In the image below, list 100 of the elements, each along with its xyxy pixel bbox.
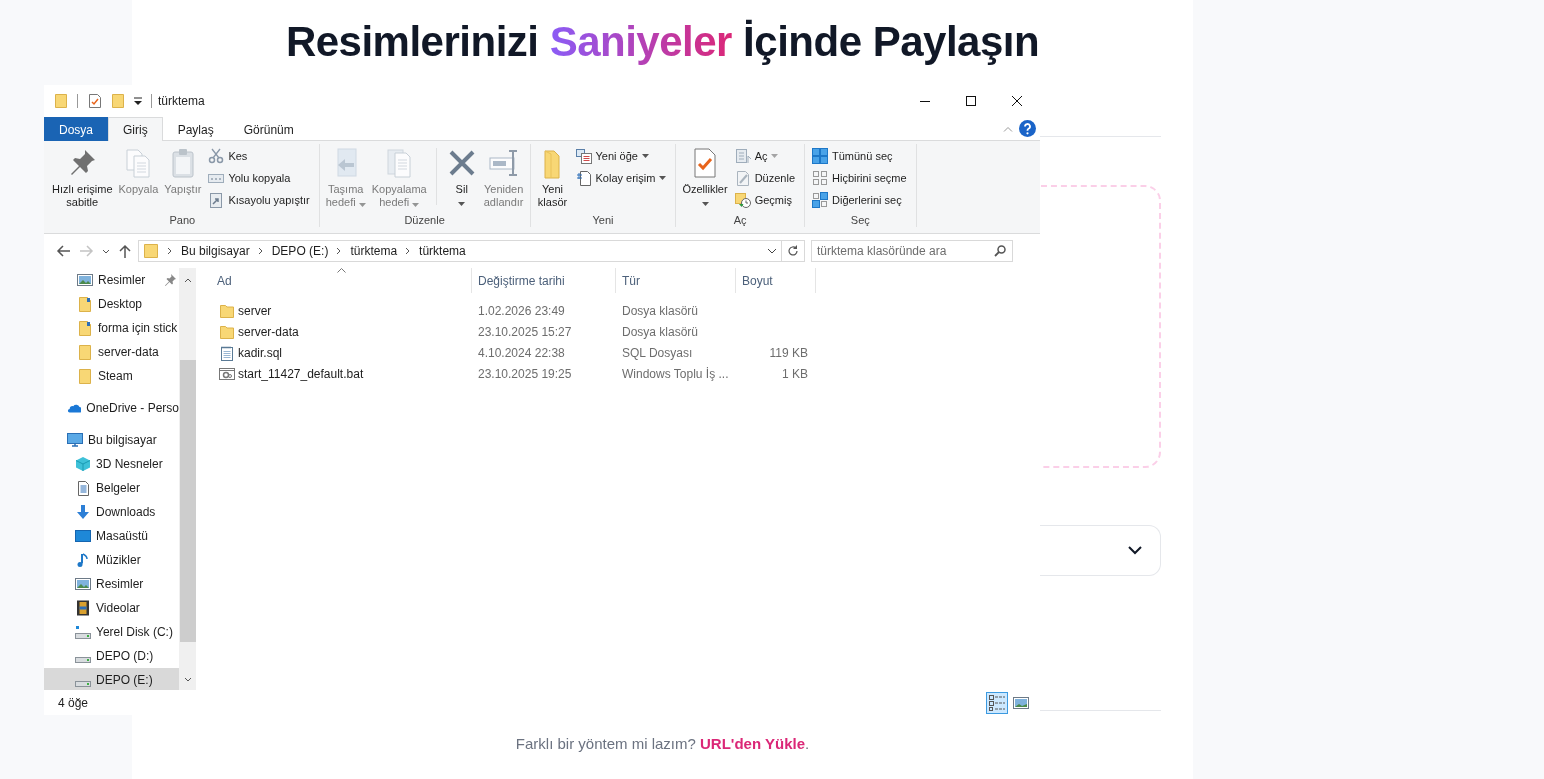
footer-text: Farklı bir yöntem mi lazım? URL'den Yükle. xyxy=(514,734,811,754)
nav-item[interactable]: 3D Nesneler xyxy=(44,452,179,476)
nav-item[interactable]: Downloads xyxy=(44,500,179,524)
nav-item[interactable]: Müzikler xyxy=(44,548,179,572)
up-arrow-icon xyxy=(119,244,131,258)
scroll-up-icon xyxy=(183,278,192,283)
scroll-down-icon xyxy=(183,677,192,682)
nav-item[interactable]: Belgeler xyxy=(44,476,179,500)
table-cell: Dosya klasörü xyxy=(622,324,699,339)
breadcrumb[interactable]: Bu bilgisayar xyxy=(177,244,254,258)
column-header[interactable]: Değiştirme tarihi xyxy=(472,268,616,293)
nav-item[interactable]: server-data xyxy=(44,340,179,364)
group-label: Aç xyxy=(732,214,748,227)
nav-item[interactable]: Resimler xyxy=(44,572,179,596)
file-row[interactable]: server 1.02.2026 23:49 Dosya klasörü xyxy=(200,300,1040,321)
group-label: Seç xyxy=(849,214,871,227)
column-header[interactable]: Boyut xyxy=(736,268,816,293)
scrollbar[interactable] xyxy=(179,268,196,690)
shortcut-icon xyxy=(208,192,225,208)
column-header[interactable]: Tür xyxy=(616,268,736,293)
ribbon-button[interactable]: Geçmiş xyxy=(732,189,797,211)
folder-icon xyxy=(77,344,93,360)
chevron-icon xyxy=(102,248,110,254)
nav-item[interactable]: Resimler xyxy=(44,268,179,292)
nav-item[interactable]: Desktop xyxy=(44,292,179,316)
nav-item[interactable]: Steam xyxy=(44,364,179,388)
ribbon-tab[interactable]: Giriş xyxy=(108,117,163,141)
details-view-button[interactable] xyxy=(986,691,1008,714)
ribbon-button[interactable]: Diğerlerini seç xyxy=(810,189,909,211)
file-name: server-data xyxy=(238,324,299,339)
file-name: server xyxy=(238,303,272,318)
chevron-icon xyxy=(767,248,777,254)
image-icon xyxy=(75,576,91,592)
file-name: kadir.sql xyxy=(238,345,283,360)
drive-icon xyxy=(75,624,91,640)
breadcrumb[interactable]: türktema xyxy=(346,244,402,258)
notepad-icon xyxy=(219,344,235,361)
ribbon-tab[interactable]: Görünüm xyxy=(228,117,309,141)
address-bar[interactable]: Bu bilgisayar DEPO (E:) türktema türktema xyxy=(138,240,782,262)
folder-icon xyxy=(143,243,159,259)
column-header[interactable]: Ad xyxy=(200,268,472,293)
group-label: Düzenle xyxy=(403,214,446,227)
url-upload-link[interactable]: URL'den Yükle xyxy=(700,735,805,752)
table-cell: 23.10.2025 19:25 xyxy=(478,366,572,381)
nav-item[interactable]: Bu bilgisayar xyxy=(44,428,179,452)
refresh-icon xyxy=(787,245,799,257)
nav-item[interactable]: DEPO (E:) xyxy=(44,668,179,690)
nav-item[interactable]: OneDrive - Perso xyxy=(44,396,179,420)
nav-item[interactable]: Masaüstü xyxy=(44,524,179,548)
ribbon-button[interactable]: Hızlı erişime sabitle xyxy=(49,144,116,213)
folder-icon xyxy=(219,323,235,340)
ribbon-button[interactable]: Kolay erişim xyxy=(573,167,669,189)
ribbon-button[interactable]: Sil xyxy=(442,144,481,213)
table-cell: Dosya klasörü xyxy=(622,303,699,318)
file-name: start_11427_default.bat xyxy=(238,366,364,381)
ribbon-button[interactable]: Tümünü seç xyxy=(810,145,909,167)
ribbon-button[interactable]: Yeni klasör xyxy=(533,144,572,213)
ribbon-button[interactable]: Özellikler xyxy=(679,144,731,213)
document-icon xyxy=(75,480,91,496)
chevron-icon xyxy=(257,247,264,255)
file-row[interactable]: server-data 23.10.2025 15:27 Dosya klasörü xyxy=(200,321,1040,342)
chevron-icon xyxy=(405,247,412,255)
file-row[interactable]: kadir.sql 4.10.2024 22:38 SQL Dosyası 119 KB xyxy=(200,342,1040,363)
table-cell: 1 KB xyxy=(782,366,808,381)
search-icon xyxy=(994,245,1006,257)
group-label: Yeni xyxy=(591,214,615,227)
ribbon-button[interactable]: Hiçbirini seçme xyxy=(810,167,909,189)
table-cell: 1.02.2026 23:49 xyxy=(478,303,565,318)
breadcrumb[interactable]: türktema xyxy=(415,244,470,258)
nav-item[interactable]: Yerel Disk (C:) xyxy=(44,620,179,644)
select-all-icon xyxy=(812,148,828,164)
collapse-ribbon-icon xyxy=(1003,125,1013,132)
search-box[interactable]: türktema klasöründe ara xyxy=(811,240,1013,262)
ribbon-tab[interactable]: Dosya xyxy=(44,117,108,141)
chevron-icon xyxy=(167,247,173,255)
scissors-icon xyxy=(208,148,225,164)
back-arrow-icon xyxy=(56,245,70,257)
ribbon-tab[interactable]: Paylaş xyxy=(162,117,229,141)
item-count: 4 öğe xyxy=(58,695,89,710)
dropdown-icon xyxy=(134,97,142,105)
film-icon xyxy=(75,600,91,616)
group-label: Pano xyxy=(168,214,197,227)
file-row[interactable]: start_11427_default.bat 23.10.2025 19:25 Windows Toplu İş ... 1 KB xyxy=(200,363,1040,384)
desktop-icon xyxy=(75,528,91,544)
nav-item[interactable]: forma için stick xyxy=(44,316,179,340)
document-icon xyxy=(575,170,592,186)
nav-item[interactable]: DEPO (D:) xyxy=(44,644,179,668)
breadcrumb[interactable]: DEPO (E:) xyxy=(267,244,333,258)
folder-icon xyxy=(77,296,93,312)
ribbon-button[interactable]: Yeni öğe xyxy=(573,145,669,167)
table-cell: 4.10.2024 22:38 xyxy=(478,345,565,360)
search-field[interactable]: türktema klasöründe ara xyxy=(817,242,994,260)
refresh-button[interactable] xyxy=(782,240,805,262)
image-icon xyxy=(77,272,93,288)
table-cell: 119 KB xyxy=(769,345,808,360)
nav-item[interactable]: Videolar xyxy=(44,596,179,620)
table-cell: SQL Dosyası xyxy=(622,345,693,360)
download-icon xyxy=(75,504,91,520)
folder-icon xyxy=(77,320,93,336)
monitor-icon xyxy=(67,432,83,448)
